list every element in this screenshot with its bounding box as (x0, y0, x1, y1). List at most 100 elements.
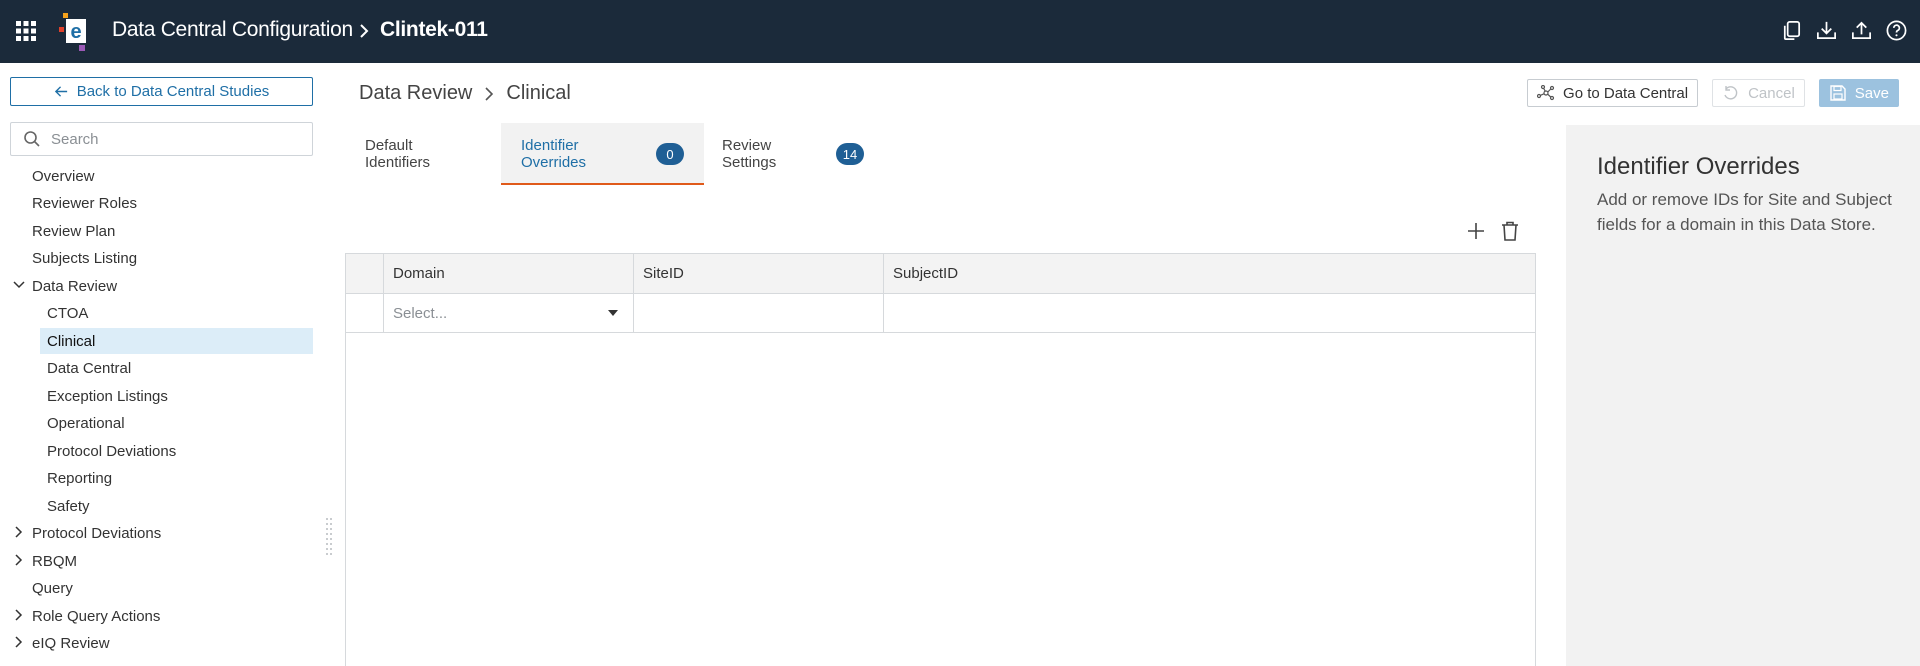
tab-label: Identifier Overrides (521, 137, 587, 171)
column-header-siteid[interactable]: SiteID (634, 254, 884, 293)
save-button[interactable]: Save (1818, 79, 1899, 107)
sidebar-item-reporting[interactable]: Reporting (47, 465, 312, 491)
sidebar-item-clinical[interactable]: Clinical (40, 328, 313, 354)
help-body: Add or remove IDs for Site and Subject f… (1597, 190, 1892, 234)
help-title: Identifier Overrides (1597, 153, 1800, 180)
chevron-right-icon[interactable] (12, 525, 26, 539)
sidebar-item-label: Query (32, 579, 73, 597)
back-to-studies-button[interactable]: Back to Data Central Studies (10, 77, 313, 106)
subjectid-cell[interactable] (884, 294, 1535, 332)
sidebar-item-rbqm[interactable]: RBQM (15, 548, 312, 574)
sidebar: Back to Data Central Studies Overview Re… (0, 63, 332, 666)
app-title: Data Central Configuration (112, 18, 353, 41)
back-button-label: Back to Data Central Studies (76, 83, 270, 100)
sidebar-item-label: Reviewer Roles (32, 194, 138, 212)
domain-select[interactable]: Select... (384, 294, 634, 332)
sidebar-item-label: Protocol Deviations (32, 524, 162, 542)
sidebar-item-query[interactable]: Query (32, 575, 312, 601)
sidebar-item-safety[interactable]: Safety (47, 493, 312, 519)
save-label: Save (1854, 84, 1889, 102)
resize-handle[interactable] (325, 516, 333, 556)
arrow-left-icon (54, 86, 67, 97)
chevron-right-icon (360, 24, 369, 38)
sidebar-item-label: Clinical (47, 332, 96, 350)
column-header-domain[interactable]: Domain (384, 254, 634, 293)
upload-icon[interactable] (1850, 19, 1873, 42)
domain-select-placeholder: Select... (393, 304, 448, 322)
sidebar-item-label: Operational (47, 414, 125, 432)
help-icon[interactable] (1885, 19, 1908, 42)
search-box (10, 122, 313, 156)
search-icon (24, 131, 40, 147)
siteid-cell[interactable] (634, 294, 884, 332)
sidebar-item-label: Overview (32, 167, 95, 185)
sidebar-item-label: Exception Listings (47, 387, 168, 405)
trash-icon[interactable] (1499, 220, 1521, 242)
top-bar: e Data Central Configuration Clintek-011 (0, 0, 1920, 63)
sidebar-item-review-plan[interactable]: Review Plan (32, 218, 312, 244)
grid-header: Domain SiteID SubjectID (346, 254, 1535, 294)
sidebar-item-label: Protocol Deviations (47, 442, 177, 460)
sidebar-item-operational[interactable]: Operational (47, 410, 312, 436)
sidebar-item-label: Reporting (47, 469, 113, 487)
tab-label: Review Settings (722, 137, 777, 171)
cancel-label: Cancel (1748, 84, 1795, 102)
help-panel: Identifier Overrides Add or remove IDs f… (1566, 125, 1920, 666)
cancel-button[interactable]: Cancel (1712, 79, 1805, 107)
chevron-right-icon[interactable] (12, 635, 26, 649)
svg-text:e: e (70, 21, 81, 43)
count-badge: 14 (835, 143, 864, 165)
go-to-data-central-label: Go to Data Central (1563, 84, 1689, 102)
download-icon[interactable] (1815, 19, 1838, 42)
go-to-data-central-button[interactable]: Go to Data Central (1527, 79, 1699, 107)
tab-identifier-overrides[interactable]: Identifier Overrides 0 (501, 123, 704, 185)
breadcrumb-current: Clinical (506, 82, 571, 104)
column-header-subjectid[interactable]: SubjectID (884, 254, 1535, 293)
sidebar-item-label: RBQM (32, 552, 77, 570)
sidebar-item-label: Review Plan (32, 222, 116, 240)
logo: e (59, 13, 86, 51)
chevron-right-icon (485, 86, 494, 101)
undo-icon (1724, 86, 1738, 100)
tab-review-settings[interactable]: Review Settings 14 (704, 123, 884, 185)
breadcrumb: Data Review Clinical (359, 82, 571, 105)
sidebar-item-data-review[interactable]: Data Review (13, 273, 312, 299)
table-row: Select... (346, 294, 1535, 333)
tab-label: Default Identifiers (365, 137, 431, 171)
chevron-right-icon[interactable] (12, 608, 26, 622)
sidebar-item-overview[interactable]: Overview (32, 163, 312, 189)
sidebar-item-role-query-actions[interactable]: Role Query Actions (15, 603, 312, 629)
sidebar-item-reviewer-roles[interactable]: Reviewer Roles (32, 190, 312, 216)
add-icon[interactable] (1465, 220, 1487, 242)
breadcrumb-parent[interactable]: Data Review (359, 82, 472, 105)
chevron-right-icon[interactable] (12, 553, 26, 567)
header-actions: Go to Data Central Cancel Save (1527, 79, 1899, 107)
save-icon (1830, 85, 1846, 101)
sidebar-item-data-central[interactable]: Data Central (47, 355, 312, 381)
sidebar-item-eiq-review[interactable]: eIQ Review (15, 630, 312, 656)
study-name[interactable]: Clintek-011 (380, 18, 488, 42)
sidebar-item-subjects-listing[interactable]: Subjects Listing (32, 245, 312, 271)
count-badge: 0 (656, 143, 684, 165)
sidebar-item-label: eIQ Review (32, 634, 110, 652)
chevron-down-icon[interactable] (12, 278, 26, 292)
sidebar-item-label: CTOA (47, 304, 89, 322)
apps-grid-icon[interactable] (15, 20, 37, 42)
search-input[interactable] (51, 130, 291, 148)
sidebar-item-exception-listings[interactable]: Exception Listings (47, 383, 312, 409)
row-select-header[interactable] (346, 254, 384, 293)
copy-icon[interactable] (1780, 19, 1803, 42)
top-actions (1780, 19, 1908, 42)
sidebar-item-protocol-deviations[interactable]: Protocol Deviations (15, 520, 312, 546)
sidebar-item-ctoa[interactable]: CTOA (47, 300, 312, 326)
overrides-grid: Domain SiteID SubjectID Select... (345, 253, 1536, 666)
sidebar-item-label: Role Query Actions (32, 607, 161, 625)
sidebar-item-protocol-deviations-sub[interactable]: Protocol Deviations (47, 438, 312, 464)
sidebar-item-label: Safety (47, 497, 90, 515)
sidebar-item-label: Subjects Listing (32, 249, 138, 267)
tab-bar: Default Identifiers Identifier Overrides… (345, 123, 884, 185)
sidebar-item-label: Data Central (47, 359, 132, 377)
tab-default-identifiers[interactable]: Default Identifiers (345, 123, 501, 185)
row-select-cell[interactable] (346, 294, 384, 332)
caret-down-icon (608, 310, 618, 316)
